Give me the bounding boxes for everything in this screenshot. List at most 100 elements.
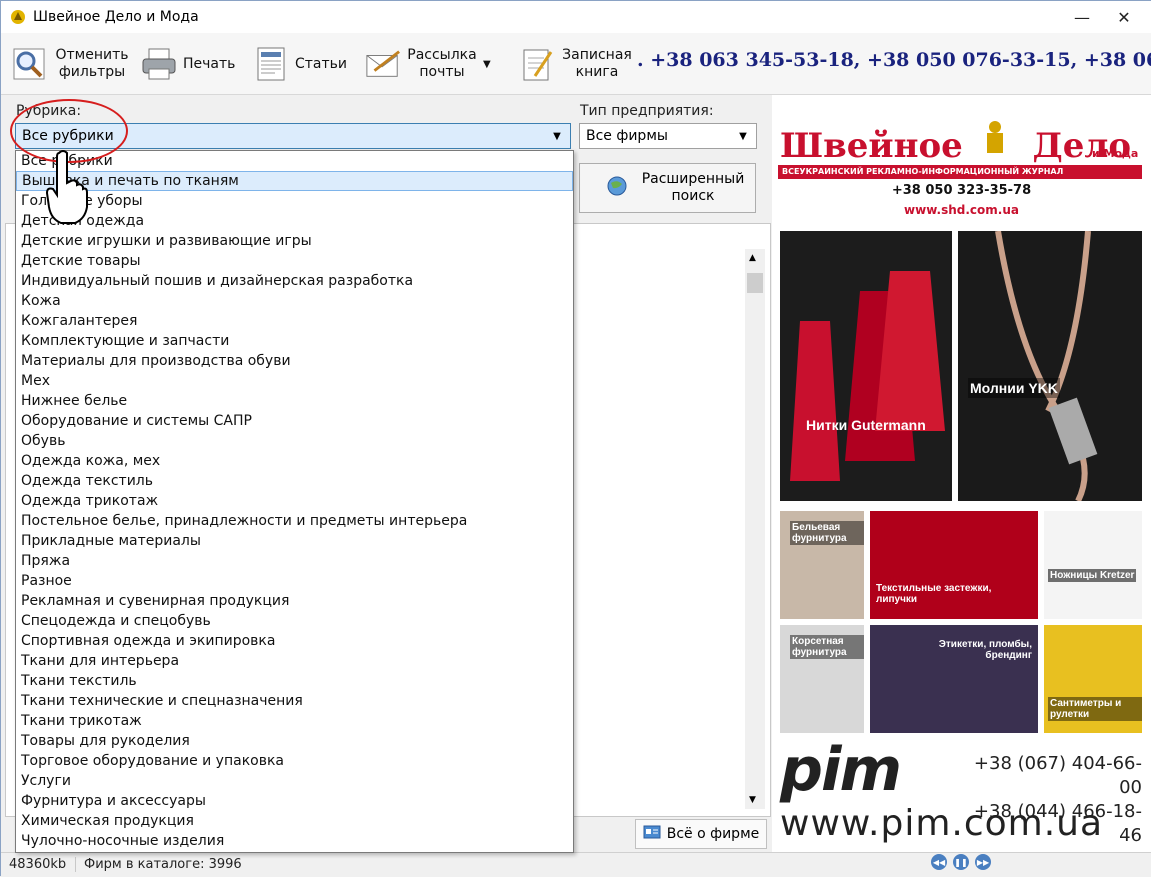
close-button[interactable]: ✕ [1101, 1, 1147, 33]
reset-filters-button[interactable]: Отменить фильтры [11, 41, 133, 87]
logo-figure-icon [975, 117, 1021, 166]
dropdown-item[interactable]: Комплектующие и запчасти [16, 331, 573, 351]
dropdown-item[interactable]: Обувь [16, 431, 573, 451]
pim-logo: pim [780, 735, 902, 805]
dropdown-item[interactable]: Фурнитура и аксессуары [16, 791, 573, 811]
advertisement-panel[interactable]: Швейное Дело и Мода ВСЕУКРАИНСКИЙ РЕКЛАМ… [772, 95, 1151, 852]
advanced-search-label: Расширенный поиск [641, 171, 745, 204]
dropdown-item[interactable]: Ткани текстиль [16, 671, 573, 691]
hand-pointer-icon [45, 149, 89, 225]
logo-small-text: и Мода [1092, 147, 1139, 160]
dropdown-item[interactable]: Материалы для производства обуви [16, 351, 573, 371]
corset-caption: Корсетная фурнитура [790, 635, 864, 659]
dropdown-item[interactable]: Постельное белье, принадлежности и предм… [16, 511, 573, 531]
dropdown-item[interactable]: Рекламная и сувенирная продукция [16, 591, 573, 611]
dropdown-item[interactable]: Мех [16, 371, 573, 391]
dropdown-item[interactable]: Услуги [16, 771, 573, 791]
magazine-logo: Швейное Дело [780, 117, 1131, 166]
scroll-down-icon[interactable]: ▼ [749, 795, 756, 805]
dropdown-item[interactable]: Прикладные материалы [16, 531, 573, 551]
dropdown-item[interactable]: Спортивная одежда и экипировка [16, 631, 573, 651]
threads-tile[interactable]: Нитки Gutermann [780, 231, 952, 501]
lingerie-tile[interactable]: Бельевая фурнитура [780, 511, 864, 619]
corset-tile[interactable]: Корсетная фурнитура [780, 625, 864, 733]
advanced-search-button[interactable]: Расширенный поиск [579, 163, 756, 213]
dropdown-item[interactable]: Товары для рукоделия [16, 731, 573, 751]
tape-tile[interactable]: Сантиметры и рулетки [1044, 625, 1142, 733]
card-icon [643, 825, 661, 843]
dropdown-item[interactable]: Пряжа [16, 551, 573, 571]
pause-icon[interactable]: ❚❚ [953, 854, 969, 870]
all-about-firm-label: Всё о фирме [666, 826, 760, 842]
reset-filters-label: Отменить фильтры [55, 47, 129, 80]
lingerie-caption: Бельевая фурнитура [790, 521, 864, 545]
newspaper-icon [253, 46, 289, 82]
zippers-tile[interactable]: Молнии YKK [958, 231, 1142, 501]
scissors-caption: Ножницы Kretzer [1048, 569, 1137, 582]
dropdown-item[interactable]: Разное [16, 571, 573, 591]
dropdown-item[interactable]: Кожгалантерея [16, 311, 573, 331]
ad-navigation: ◀◀ ❚❚ ▶▶ [931, 854, 991, 870]
dropdown-item[interactable]: Ткани технические и спецназначения [16, 691, 573, 711]
scissors-tile[interactable]: Ножницы Kretzer [1044, 511, 1142, 619]
threads-caption: Нитки Gutermann [806, 417, 926, 433]
company-type-select[interactable]: Все фирмы ▼ [579, 123, 757, 149]
minimize-button[interactable]: — [1059, 1, 1105, 33]
dropdown-item[interactable]: Детская одежда [16, 211, 573, 231]
magnifier-icon [11, 46, 47, 82]
velcro-tile[interactable]: Текстильные застежки, липучки [870, 511, 1038, 619]
printer-icon [141, 46, 177, 82]
dropdown-item[interactable]: Одежда трикотаж [16, 491, 573, 511]
mailing-button[interactable]: Рассылка почты ▼ [365, 41, 509, 87]
rubric-dropdown-list[interactable]: Все рубрикиВышивка и печать по тканямГол… [15, 150, 574, 853]
ad-phone: +38 050 323-35-78 [891, 183, 1032, 198]
dropdown-item[interactable]: Детские игрушки и развивающие игры [16, 231, 573, 251]
dropdown-item[interactable]: Нижнее белье [16, 391, 573, 411]
company-type-label: Тип предприятия: [580, 103, 714, 119]
scroll-thumb[interactable] [747, 273, 763, 293]
dropdown-item[interactable]: Спецодежда и спецобувь [16, 611, 573, 631]
dropdown-item[interactable]: Детские товары [16, 251, 573, 271]
dropdown-item[interactable]: Индивидуальный пошив и дизайнерская разр… [16, 271, 573, 291]
logo-text-left: Швейное [780, 126, 963, 166]
logo-text-right: Дело [1032, 126, 1131, 166]
notepad-icon [519, 46, 555, 82]
next-icon[interactable]: ▶▶ [975, 854, 991, 870]
window-title: Швейное Дело и Мода [33, 9, 199, 25]
notebook-label: Записная книга [562, 47, 632, 80]
dropdown-item[interactable]: Одежда текстиль [16, 471, 573, 491]
dropdown-item[interactable]: Оборудование и системы САПР [16, 411, 573, 431]
print-button[interactable]: Печать [141, 41, 241, 87]
dropdown-item[interactable]: Одежда кожа, мех [16, 451, 573, 471]
dropdown-item[interactable]: Ткани трикотаж [16, 711, 573, 731]
labels-tile[interactable]: Этикетки, пломбы, брендинг [870, 625, 1038, 733]
vertical-scrollbar[interactable]: ▲ ▼ [745, 249, 765, 809]
dropdown-item[interactable]: Химическая продукция [16, 811, 573, 831]
tape-caption: Сантиметры и рулетки [1048, 697, 1142, 721]
articles-label: Статьи [295, 55, 348, 72]
mailing-label: Рассылка почты [407, 47, 477, 80]
zippers-caption: Молнии YKK [968, 378, 1060, 398]
all-about-firm-button[interactable]: Всё о фирме [635, 819, 767, 849]
pim-url: www.pim.com.ua [780, 803, 1104, 844]
dropdown-item[interactable]: Торговое оборудование и упаковка [16, 751, 573, 771]
dropdown-item[interactable]: Головные уборы [16, 191, 573, 211]
dropdown-item[interactable]: Вышивка и печать по тканям [16, 171, 573, 191]
notebook-button[interactable]: Записная книга [519, 41, 635, 87]
labels-caption: Этикетки, пломбы, брендинг [938, 639, 1032, 661]
prev-icon[interactable]: ◀◀ [931, 854, 947, 870]
dropdown-item[interactable]: Ткани для интерьера [16, 651, 573, 671]
chevron-down-icon[interactable]: ▼ [734, 127, 752, 145]
title-bar: Швейное Дело и Мода — ✕ [1, 1, 1151, 33]
globe-icon [606, 175, 628, 202]
chevron-down-icon[interactable]: ▼ [483, 56, 491, 73]
dropdown-item[interactable]: Кожа [16, 291, 573, 311]
dropdown-item[interactable]: Чулочно-носочные изделия [16, 831, 573, 851]
scroll-up-icon[interactable]: ▲ [749, 253, 756, 263]
articles-button[interactable]: Статьи [253, 41, 353, 87]
app-logo-icon [9, 8, 27, 26]
logo-band: ВСЕУКРАИНСКИЙ РЕКЛАМНО-ИНФОРМАЦИОННЫЙ ЖУ… [778, 165, 1142, 179]
firm-count: Фирм в каталоге: 3996 [75, 857, 242, 872]
chevron-down-icon[interactable]: ▼ [548, 127, 566, 145]
memory-usage: 48360kb [9, 857, 67, 872]
